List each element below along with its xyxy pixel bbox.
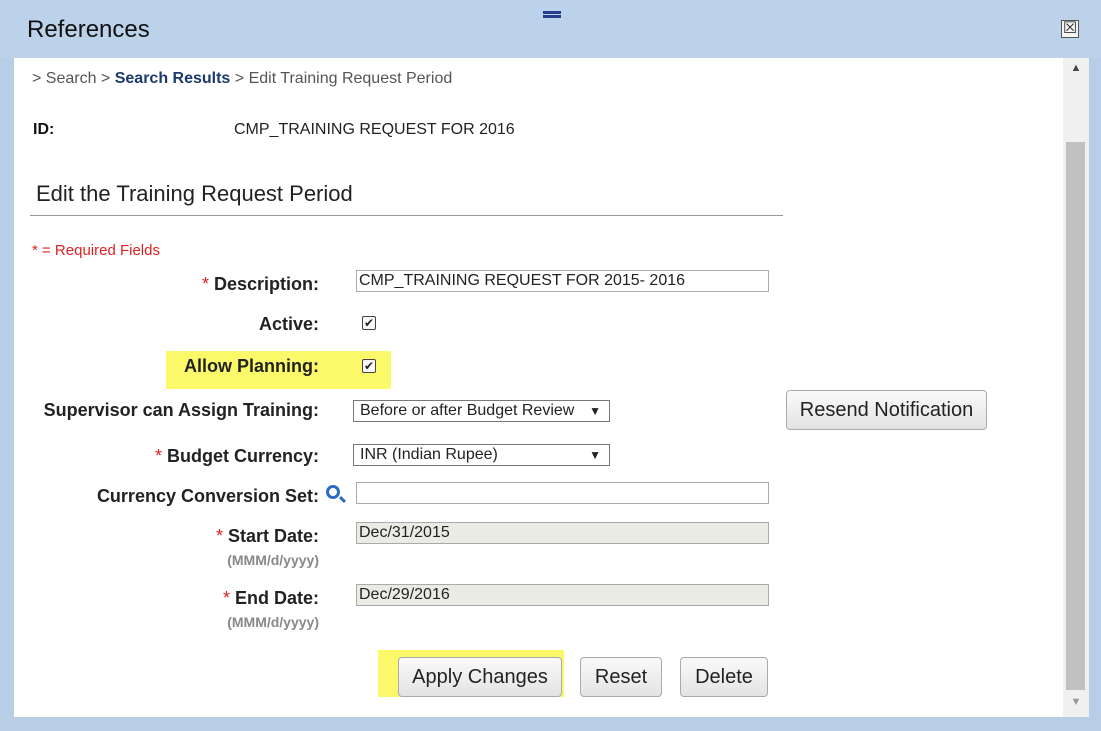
scroll-up-arrow-icon[interactable]: ▲: [1063, 62, 1089, 78]
dialog-titlebar: References ☒: [0, 0, 1101, 58]
required-mark: *: [222, 588, 230, 608]
end-date-field: [356, 584, 769, 606]
dialog-content: > Search > Search Results > Edit Trainin…: [14, 58, 1063, 717]
breadcrumb-separator: >: [96, 70, 115, 87]
budget-currency-select[interactable]: INR (Indian Rupee) ▼: [353, 444, 610, 466]
section-title: Edit the Training Request Period: [36, 181, 353, 206]
currency-conversion-set-input[interactable]: [356, 482, 769, 504]
required-mark: *: [201, 274, 209, 294]
end-date-label: * End Date:: [222, 588, 319, 608]
start-date-label: * Start Date:: [215, 526, 319, 546]
active-label: Active:: [258, 314, 319, 334]
reset-button[interactable]: Reset: [580, 657, 662, 697]
allow-planning-checkbox[interactable]: ✔: [362, 359, 376, 373]
close-button[interactable]: ☒: [1061, 20, 1079, 38]
id-value: CMP_TRAINING REQUEST FOR 2016: [234, 121, 515, 138]
vertical-scrollbar[interactable]: ▲ ▼: [1063, 58, 1089, 717]
breadcrumb-search[interactable]: > Search: [32, 70, 96, 87]
breadcrumb-current: Edit Training Request Period: [248, 70, 453, 87]
resend-notification-button[interactable]: Resend Notification: [786, 390, 987, 430]
dropdown-arrow-icon: ▼: [589, 448, 601, 462]
required-mark: *: [215, 526, 223, 546]
description-label: * Description:: [201, 274, 319, 294]
required-fields-note: * = Required Fields: [32, 242, 160, 259]
delete-button[interactable]: Delete: [680, 657, 768, 697]
supervisor-assign-select[interactable]: Before or after Budget Review ▼: [353, 400, 610, 422]
breadcrumb-search-results-link[interactable]: Search Results: [115, 70, 231, 87]
apply-changes-button[interactable]: Apply Changes: [398, 657, 562, 697]
required-mark: *: [154, 446, 162, 466]
breadcrumb: > Search > Search Results > Edit Trainin…: [32, 70, 452, 88]
budget-currency-label: * Budget Currency:: [154, 446, 319, 466]
end-date-format-hint: (MMM/d/yyyy): [227, 614, 319, 630]
drag-handle-icon[interactable]: [543, 11, 561, 18]
scroll-down-arrow-icon[interactable]: ▼: [1063, 696, 1089, 712]
section-divider: [30, 215, 783, 216]
id-label: ID:: [33, 121, 55, 138]
start-date-field: [356, 522, 769, 544]
active-checkbox[interactable]: ✔: [362, 316, 376, 330]
description-input[interactable]: [356, 270, 769, 292]
currency-conversion-set-label: Currency Conversion Set:: [96, 486, 319, 506]
start-date-format-hint: (MMM/d/yyyy): [227, 552, 319, 568]
dialog-title: References: [27, 16, 150, 43]
breadcrumb-separator: >: [230, 70, 249, 87]
dropdown-arrow-icon: ▼: [589, 404, 601, 418]
supervisor-assign-label: Supervisor can Assign Training:: [43, 400, 319, 420]
scroll-thumb[interactable]: [1066, 142, 1085, 690]
allow-planning-label: Allow Planning:: [184, 356, 319, 376]
lookup-magnifier-icon[interactable]: [326, 485, 340, 499]
